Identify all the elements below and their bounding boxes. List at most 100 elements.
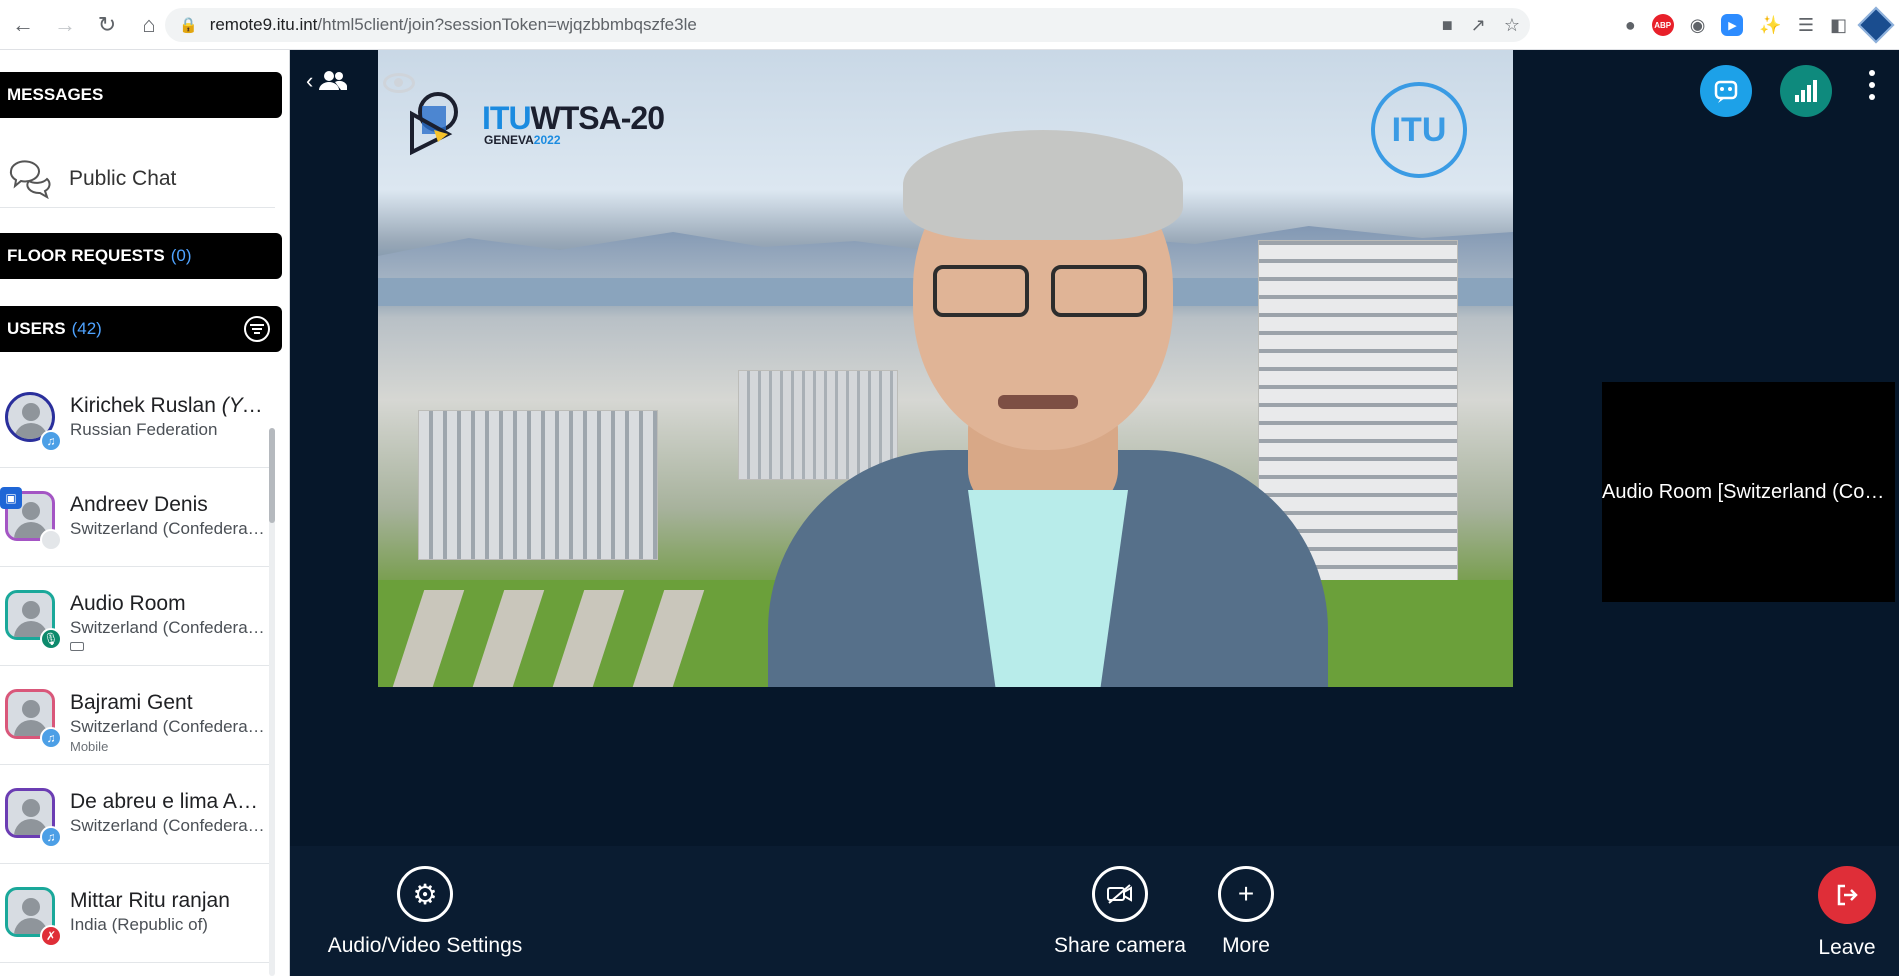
user-country: Switzerland (Confederation of) [70, 618, 265, 637]
leave-icon [1818, 866, 1876, 924]
audio-video-settings-button[interactable]: ⚙ Audio/Video Settings [325, 866, 525, 958]
wtsa-logo-title: ITUWTSA-20 [482, 99, 665, 137]
user-name: Andreev Denis [70, 493, 265, 517]
itu-logo-text: ITU [1391, 110, 1447, 149]
eye-icon[interactable] [383, 73, 415, 93]
muted-microphone-icon: ✗ [40, 925, 62, 947]
bookmark-star-icon[interactable]: ☆ [1504, 15, 1520, 36]
media-control-icon[interactable]: ☰ [1798, 15, 1814, 36]
headset-icon: ♫ [40, 727, 62, 749]
user-country: India (Republic of) [70, 915, 208, 934]
user-name: Kirichek Ruslan (You) [70, 394, 265, 418]
user-row[interactable]: ♫ Kirichek Ruslan (You) Russian Federati… [0, 370, 270, 468]
home-icon[interactable]: ⌂ [130, 6, 168, 44]
camera-blocked-icon[interactable]: ■ [1442, 15, 1453, 36]
chat-bubbles-icon [7, 159, 51, 199]
more-button[interactable]: + More [1206, 866, 1286, 958]
user-options-icon[interactable] [244, 316, 270, 342]
headset-icon: ♫ [40, 430, 62, 452]
connection-status-button[interactable] [1780, 65, 1832, 117]
scrollbar-thumb[interactable] [269, 428, 275, 523]
url-text: remote9.itu.int/html5client/join?session… [210, 15, 697, 35]
user-row[interactable]: ▣ Andreev Denis Switzerland (Confederati… [0, 469, 270, 567]
user-row[interactable]: ✗ Mittar Ritu ranjan India (Republic of) [0, 865, 270, 963]
audio-video-settings-label: Audio/Video Settings [327, 934, 523, 957]
more-options-icon[interactable] [1869, 70, 1877, 100]
floor-requests-label: FLOOR REQUESTS [7, 246, 165, 265]
video-background-building [418, 410, 658, 560]
profile-icon[interactable] [1857, 6, 1895, 44]
user-row[interactable]: 🎙 Audio Room Switzerland (Confederation … [0, 568, 270, 666]
microphone-icon: 🎙 [40, 628, 62, 650]
user-name: Mittar Ritu ranjan [70, 889, 265, 913]
users-label: USERS [7, 319, 66, 338]
user-name: Audio Room [70, 592, 265, 616]
lock-icon: 🔒 [179, 17, 198, 34]
user-name-text: Andreev Denis [70, 493, 208, 516]
floor-requests-header[interactable]: FLOOR REQUESTS (0) [0, 233, 282, 279]
robot-chat-icon [1714, 80, 1738, 103]
you-label: (You) [221, 394, 265, 417]
user-country: Switzerland (Confederation of) [70, 519, 265, 538]
presenter-icon: ▣ [0, 487, 22, 509]
itu-logo: ITU [1371, 82, 1467, 178]
side-panel-icon[interactable]: ◧ [1830, 15, 1847, 36]
leave-button[interactable]: Leave [1807, 866, 1887, 960]
public-chat-item[interactable]: Public Chat [0, 150, 275, 208]
users-header: USERS (42) [0, 306, 282, 352]
user-row[interactable]: ♫ De abreu e lima Antonio Switzerland (C… [0, 766, 270, 864]
user-name: De abreu e lima Antonio [70, 790, 265, 814]
wtsa-logo-sub-year: 2022 [533, 132, 561, 147]
wtsa-logo-title-itu: ITU [482, 99, 532, 136]
presenter-figure [718, 90, 1368, 687]
share-icon[interactable]: ↗ [1471, 15, 1486, 36]
globe-icon[interactable]: ◉ [1690, 15, 1706, 36]
url-path: /html5client/join?sessionToken=wjqzbbmbq… [317, 15, 697, 34]
user-name-text: De abreu e lima Antonio [70, 790, 265, 813]
leave-label: Leave [1818, 936, 1876, 959]
user-list-scrollbar[interactable] [269, 428, 275, 976]
user-name-text: Audio Room [70, 592, 186, 615]
back-arrow-icon[interactable]: ← [4, 6, 42, 44]
user-name-text: Bajrami Gent [70, 691, 193, 714]
audio-room-tile[interactable]: Audio Room [Switzerland (Confederation o… [1602, 382, 1895, 602]
user-country: Russian Federation [70, 420, 218, 439]
zoom-extension-icon[interactable]: ▶ [1721, 14, 1744, 36]
plus-icon: + [1218, 866, 1274, 922]
adblock-icon[interactable]: ABP [1651, 14, 1674, 36]
floor-requests-count: (0) [170, 246, 192, 265]
wtsa-logo-sub-city: GENEVA [484, 132, 534, 147]
reload-icon[interactable]: ↻ [88, 6, 126, 44]
toggle-user-list-button[interactable]: ‹ [306, 68, 348, 94]
meeting-stage: ‹ ITUWTSA-20 GENEVA2022 ITU Audio Room [… [290, 50, 1899, 976]
browser-toolbar: ← → ↻ ⌂ 🔒 remote9.itu.int/html5client/jo… [0, 0, 1899, 50]
messages-header-label: MESSAGES [7, 85, 104, 104]
wtsa-logo-mark-icon [408, 90, 474, 156]
talking-indicator-button[interactable] [1700, 65, 1752, 117]
share-camera-button[interactable]: Share camera [1050, 866, 1190, 958]
user-country: Switzerland (Confederation of) [70, 717, 265, 736]
user-row[interactable]: ♫ Bajrami Gent Switzerland (Confederatio… [0, 667, 270, 765]
audio-room-tile-name: Audio Room [Switzerland (Confederation o… [1602, 480, 1887, 503]
chevron-left-icon: ‹ [306, 68, 314, 93]
webcam-icon [70, 642, 84, 651]
users-count: (42) [71, 319, 102, 338]
user-name: Bajrami Gent [70, 691, 265, 715]
camera-off-icon [1092, 866, 1148, 922]
user-name-text: Mittar Ritu ranjan [70, 889, 230, 912]
user-country: Switzerland (Confederation of) [70, 816, 265, 835]
share-camera-label: Share camera [1054, 934, 1186, 957]
signal-bars-icon [1795, 80, 1817, 102]
users-list: ♫ Kirichek Ruslan (You) Russian Federati… [0, 370, 270, 976]
headset-icon: ♫ [40, 826, 62, 848]
extension-apple-icon[interactable]: ● [1625, 15, 1636, 36]
gear-icon: ⚙ [397, 866, 453, 922]
messages-header: MESSAGES [0, 72, 282, 118]
public-chat-label: Public Chat [69, 166, 177, 190]
address-bar[interactable]: 🔒 remote9.itu.int/html5client/join?sessi… [165, 8, 1530, 42]
no-audio-icon [40, 529, 62, 551]
url-host: remote9.itu.int [209, 15, 318, 34]
forward-arrow-icon[interactable]: → [46, 6, 84, 44]
puzzle-icon[interactable]: ✨ [1759, 15, 1781, 36]
presenter-video[interactable]: ITUWTSA-20 GENEVA2022 ITU [378, 50, 1513, 687]
